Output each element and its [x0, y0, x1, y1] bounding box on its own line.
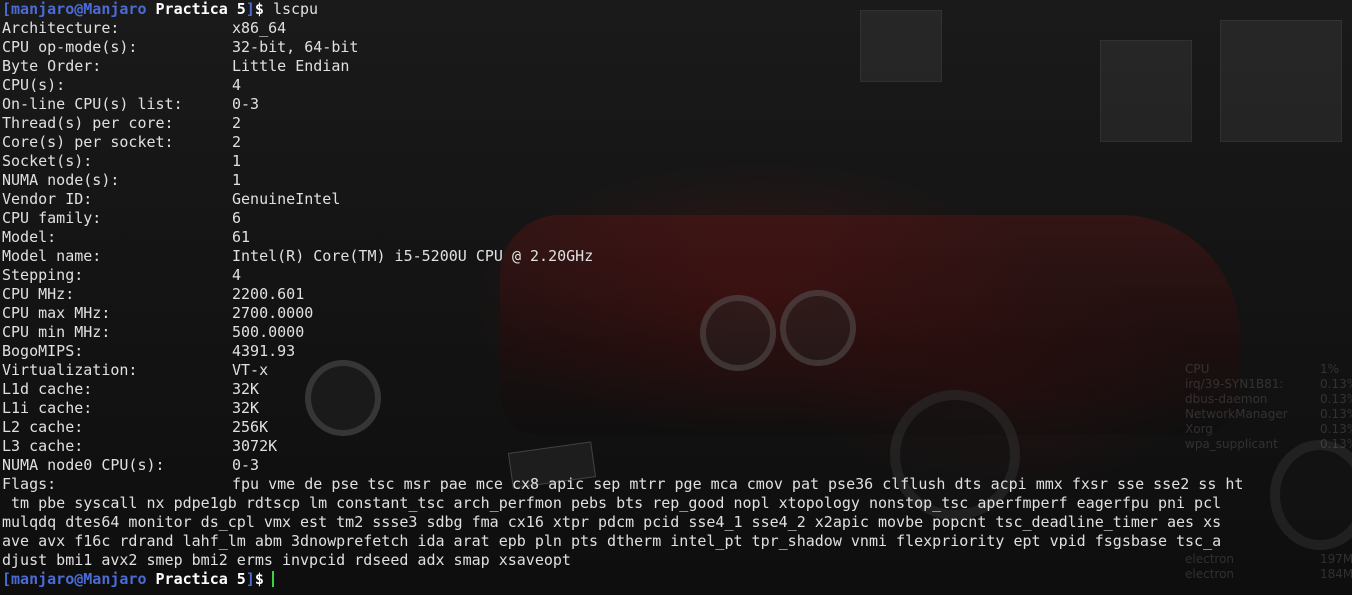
- prompt-cwd: Practica 5: [155, 570, 246, 588]
- field-value: 2: [232, 133, 242, 151]
- field-value: GenuineIntel: [232, 190, 341, 208]
- field-key: BogoMIPS:: [2, 342, 84, 360]
- field-value: fpu vme de pse tsc msr pae mce cx8 apic …: [232, 475, 1244, 493]
- output-line: NUMA node0 CPU(s): 0-3: [0, 456, 1352, 475]
- field-value: 32-bit, 64-bit: [232, 38, 359, 56]
- field-value: 32K: [232, 399, 260, 417]
- prompt-symbol: $: [254, 570, 264, 588]
- flags-wrapped-line: djust bmi1 avx2 smep bmi2 erms invpcid r…: [2, 551, 571, 569]
- field-value: 4391.93: [232, 342, 296, 360]
- prompt-symbol: $: [254, 0, 264, 18]
- output-line: BogoMIPS: 4391.93: [0, 342, 1352, 361]
- output-line: CPU op-mode(s): 32-bit, 64-bit: [0, 38, 1352, 57]
- output-line: Virtualization: VT-x: [0, 361, 1352, 380]
- field-key: Vendor ID:: [2, 190, 93, 208]
- prompt-user-host: manjaro@Manjaro: [11, 0, 147, 18]
- field-key: Model name:: [2, 247, 102, 265]
- output-line: Vendor ID: GenuineIntel: [0, 190, 1352, 209]
- prompt-cwd: Practica 5: [155, 0, 246, 18]
- field-key: CPU op-mode(s):: [2, 38, 138, 56]
- field-value: 61: [232, 228, 251, 246]
- output-line: Model name: Intel(R) Core(TM) i5-5200U CP…: [0, 247, 1352, 266]
- prompt-close-bracket: ]: [245, 570, 255, 588]
- field-key: CPU MHz:: [2, 285, 75, 303]
- field-value: 0-3: [232, 95, 260, 113]
- flags-wrapped-line: ave avx f16c rdrand lahf_lm abm 3dnowpre…: [2, 532, 1222, 550]
- output-line: Core(s) per socket: 2: [0, 133, 1352, 152]
- field-value: 2: [232, 114, 242, 132]
- field-key: L2 cache:: [2, 418, 84, 436]
- field-value: 4: [232, 76, 242, 94]
- field-value: x86_64: [232, 19, 287, 37]
- field-value: Intel(R) Core(TM) i5-5200U CPU @ 2.20GHz: [232, 247, 594, 265]
- output-line: L1d cache: 32K: [0, 380, 1352, 399]
- field-key: NUMA node(s):: [2, 171, 120, 189]
- prompt-open-bracket: [: [2, 570, 12, 588]
- field-key: Virtualization:: [2, 361, 138, 379]
- field-value: 3072K: [232, 437, 278, 455]
- prompt-line-current[interactable]: [manjaro@Manjaro Practica 5]$: [0, 570, 1352, 589]
- output-line: Socket(s): 1: [0, 152, 1352, 171]
- output-line: L2 cache: 256K: [0, 418, 1352, 437]
- text-cursor[interactable]: [271, 571, 274, 587]
- field-value: 1: [232, 152, 242, 170]
- field-key: Stepping:: [2, 266, 84, 284]
- output-line: CPU min MHz: 500.0000: [0, 323, 1352, 342]
- field-key: Architecture:: [2, 19, 120, 37]
- terminal-window[interactable]: [manjaro@Manjaro Practica 5]$ lscpu Arch…: [0, 0, 1352, 595]
- field-key: L1d cache:: [2, 380, 93, 398]
- field-value: 2200.601: [232, 285, 305, 303]
- field-key: L1i cache:: [2, 399, 93, 417]
- output-line: NUMA node(s): 1: [0, 171, 1352, 190]
- output-line: Architecture: x86_64: [0, 19, 1352, 38]
- output-line: Thread(s) per core: 2: [0, 114, 1352, 133]
- prompt-close-bracket: ]: [245, 0, 255, 18]
- command-text: lscpu: [272, 0, 319, 18]
- field-key: Core(s) per socket:: [2, 133, 174, 151]
- field-value: 2700.0000: [232, 304, 314, 322]
- field-key: On-line CPU(s) list:: [2, 95, 183, 113]
- field-value: 1: [232, 171, 242, 189]
- field-key: Model:: [2, 228, 57, 246]
- prompt-open-bracket: [: [2, 0, 12, 18]
- flags-wrapped-line: mulqdq dtes64 monitor ds_cpl vmx est tm2…: [2, 513, 1222, 531]
- output-line: On-line CPU(s) list: 0-3: [0, 95, 1352, 114]
- output-line: CPU(s): 4: [0, 76, 1352, 95]
- field-key: CPU family:: [2, 209, 102, 227]
- field-value: VT-x: [232, 361, 269, 379]
- output-line: CPU max MHz: 2700.0000: [0, 304, 1352, 323]
- output-line: Byte Order: Little Endian: [0, 57, 1352, 76]
- field-value: 500.0000: [232, 323, 305, 341]
- prompt-line: [manjaro@Manjaro Practica 5]$ lscpu: [0, 0, 1352, 19]
- lscpu-output: Architecture: x86_64 CPU op-mode(s): 32-bit…: [0, 19, 1352, 494]
- field-value: 4: [232, 266, 242, 284]
- field-key: CPU(s):: [2, 76, 66, 94]
- output-line: Stepping: 4: [0, 266, 1352, 285]
- output-line: CPU family: 6: [0, 209, 1352, 228]
- field-key: L3 cache:: [2, 437, 84, 455]
- field-value: Little Endian: [232, 57, 350, 75]
- field-value: 256K: [232, 418, 269, 436]
- field-key: CPU max MHz:: [2, 304, 111, 322]
- flags-continuation: tm pbe syscall nx pdpe1gb rdtscp lm cons…: [0, 494, 1352, 570]
- flags-wrapped-line: tm pbe syscall nx pdpe1gb rdtscp lm cons…: [2, 494, 1222, 512]
- field-key: CPU min MHz:: [2, 323, 111, 341]
- field-value: 0-3: [232, 456, 260, 474]
- field-key: Thread(s) per core:: [2, 114, 174, 132]
- output-line: L1i cache: 32K: [0, 399, 1352, 418]
- output-line: L3 cache: 3072K: [0, 437, 1352, 456]
- field-key: Flags:: [2, 475, 57, 493]
- output-line: Model: 61: [0, 228, 1352, 247]
- field-value: 6: [232, 209, 242, 227]
- field-key: Socket(s):: [2, 152, 93, 170]
- field-key: Byte Order:: [2, 57, 102, 75]
- field-value: 32K: [232, 380, 260, 398]
- prompt-user-host: manjaro@Manjaro: [11, 570, 147, 588]
- output-line: CPU MHz: 2200.601: [0, 285, 1352, 304]
- output-line: Flags: fpu vme de pse tsc msr pae mce cx8…: [0, 475, 1352, 494]
- field-key: NUMA node0 CPU(s):: [2, 456, 165, 474]
